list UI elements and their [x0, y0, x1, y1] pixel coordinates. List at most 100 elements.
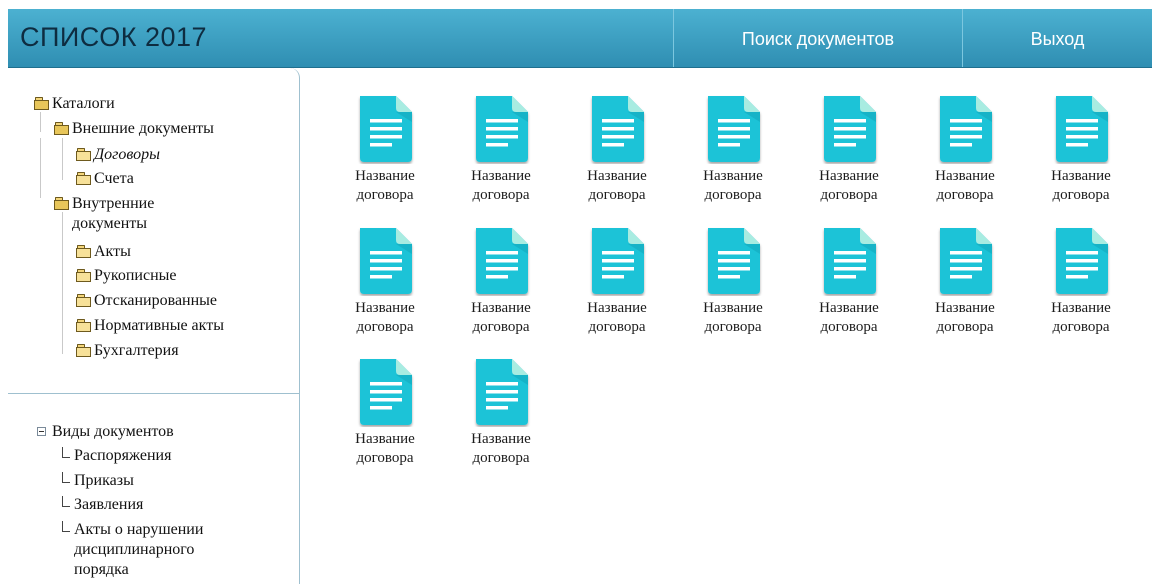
document-icon	[476, 359, 528, 425]
exit-button[interactable]: Выход	[962, 9, 1152, 67]
folder-open-icon	[54, 122, 69, 135]
folder-icon	[76, 148, 91, 161]
document-label-line: договора	[820, 319, 878, 335]
document-tile[interactable]: Название договора	[1041, 92, 1121, 205]
document-icon	[940, 228, 992, 294]
document-icon	[708, 228, 760, 294]
document-tile[interactable]: Название договора	[693, 92, 773, 205]
tree-label: Распоряжения	[74, 447, 172, 464]
document-label: Название договора	[461, 430, 541, 468]
document-icon	[824, 96, 876, 162]
document-label-line: Название	[355, 300, 415, 316]
document-label-line: Название	[355, 431, 415, 447]
tree-item-handwritten[interactable]: Рукописные	[76, 266, 177, 286]
tree-label: Внутренние документы	[72, 194, 154, 234]
tree-label: Рукописные	[94, 267, 177, 284]
document-icon	[592, 96, 644, 162]
document-label-line: Название	[471, 431, 531, 447]
folder-open-icon	[54, 197, 69, 210]
tree-item-disciplinary-acts[interactable]: Акты о нарушении дисциплинарного порядка	[60, 520, 203, 580]
document-label: Название договора	[693, 167, 773, 205]
top-bar: СПИСОК 2017 Поиск документов Выход	[8, 9, 1152, 68]
tree-item-applications[interactable]: Заявления	[60, 495, 143, 515]
tree-item-catalogs[interactable]: Каталоги	[34, 94, 115, 114]
tree-branch-icon	[60, 447, 70, 459]
tree-item-orders[interactable]: Приказы	[60, 471, 134, 491]
document-label: Название договора	[577, 167, 657, 205]
document-label-line: Название	[587, 168, 647, 184]
tree-guide	[40, 138, 41, 198]
tree-label-line: Внутренние	[72, 195, 155, 212]
tree-label-line: документы	[72, 215, 148, 232]
document-label-line: договора	[704, 187, 762, 203]
tree-item-acts[interactable]: Акты	[76, 242, 131, 262]
tree-item-scanned[interactable]: Отсканированные	[76, 291, 217, 311]
document-icon	[1056, 96, 1108, 162]
document-label-line: Название	[471, 300, 531, 316]
document-label: Название договора	[345, 430, 425, 468]
tree-item-regulatory-acts[interactable]: Нормативные акты	[76, 316, 224, 336]
document-tile[interactable]: Название договора	[1041, 224, 1121, 337]
folder-open-icon	[34, 97, 49, 110]
document-label-line: Название	[355, 168, 415, 184]
document-label-line: договора	[820, 187, 878, 203]
tree-item-contracts[interactable]: Договоры	[76, 145, 160, 165]
tree-item-document-types[interactable]: Виды документов	[37, 422, 174, 442]
document-label-line: договора	[356, 319, 414, 335]
document-label-line: договора	[936, 187, 994, 203]
document-tile[interactable]: Название договора	[345, 355, 425, 468]
document-label-line: Название	[1051, 168, 1111, 184]
minus-icon[interactable]	[37, 427, 46, 436]
document-icon	[940, 96, 992, 162]
tree-guide	[40, 112, 41, 132]
tree-label: Заявления	[74, 496, 144, 513]
document-label-line: договора	[472, 319, 530, 335]
folder-icon	[76, 294, 91, 307]
document-label-line: договора	[356, 450, 414, 466]
document-label: Название договора	[345, 167, 425, 205]
tree-item-internal-docs[interactable]: Внутренние документы	[54, 194, 154, 234]
document-tile[interactable]: Название договора	[693, 224, 773, 337]
document-tile[interactable]: Название договора	[577, 92, 657, 205]
document-label-line: договора	[588, 319, 646, 335]
document-label-line: Название	[1051, 300, 1111, 316]
document-label: Название договора	[809, 299, 889, 337]
document-label: Название договора	[461, 299, 541, 337]
folder-icon	[76, 245, 91, 258]
tree-label: Акты о нарушении дисциплинарного порядка	[74, 520, 203, 580]
document-tile[interactable]: Название договора	[345, 92, 425, 205]
tree-label: Счета	[94, 170, 134, 187]
document-label: Название договора	[345, 299, 425, 337]
document-label-line: Название	[819, 168, 879, 184]
folder-icon	[76, 269, 91, 282]
tree-item-orders-directives[interactable]: Распоряжения	[60, 446, 171, 466]
tree-label-line: дисциплинарного	[74, 541, 195, 558]
tree-label: Приказы	[74, 472, 134, 489]
document-label-line: договора	[356, 187, 414, 203]
document-label-line: Название	[703, 300, 763, 316]
tree-branch-icon	[60, 472, 70, 484]
document-tile[interactable]: Название договора	[461, 224, 541, 337]
document-tile[interactable]: Название договора	[577, 224, 657, 337]
tree-item-external-docs[interactable]: Внешние документы	[54, 119, 214, 139]
document-label: Название договора	[693, 299, 773, 337]
document-tile[interactable]: Название договора	[925, 224, 1005, 337]
document-icon	[476, 228, 528, 294]
tree-item-accounting[interactable]: Бухгалтерия	[76, 341, 179, 361]
tree-label: Нормативные акты	[94, 317, 224, 334]
tree-item-invoices[interactable]: Счета	[76, 169, 134, 189]
document-tile[interactable]: Название договора	[809, 224, 889, 337]
tree-label: Договоры	[94, 146, 160, 163]
tree-guide	[62, 138, 63, 180]
tree-label: Отсканированные	[94, 292, 218, 309]
document-tile[interactable]: Название договора	[809, 92, 889, 205]
document-tile[interactable]: Название договора	[925, 92, 1005, 205]
tree-label-line: Акты о нарушении	[74, 521, 204, 538]
document-icon	[476, 96, 528, 162]
folder-icon	[76, 344, 91, 357]
document-label: Название договора	[925, 299, 1005, 337]
search-documents-button[interactable]: Поиск документов	[673, 9, 962, 67]
document-tile[interactable]: Название договора	[461, 355, 541, 468]
document-tile[interactable]: Название договора	[461, 92, 541, 205]
document-tile[interactable]: Название договора	[345, 224, 425, 337]
